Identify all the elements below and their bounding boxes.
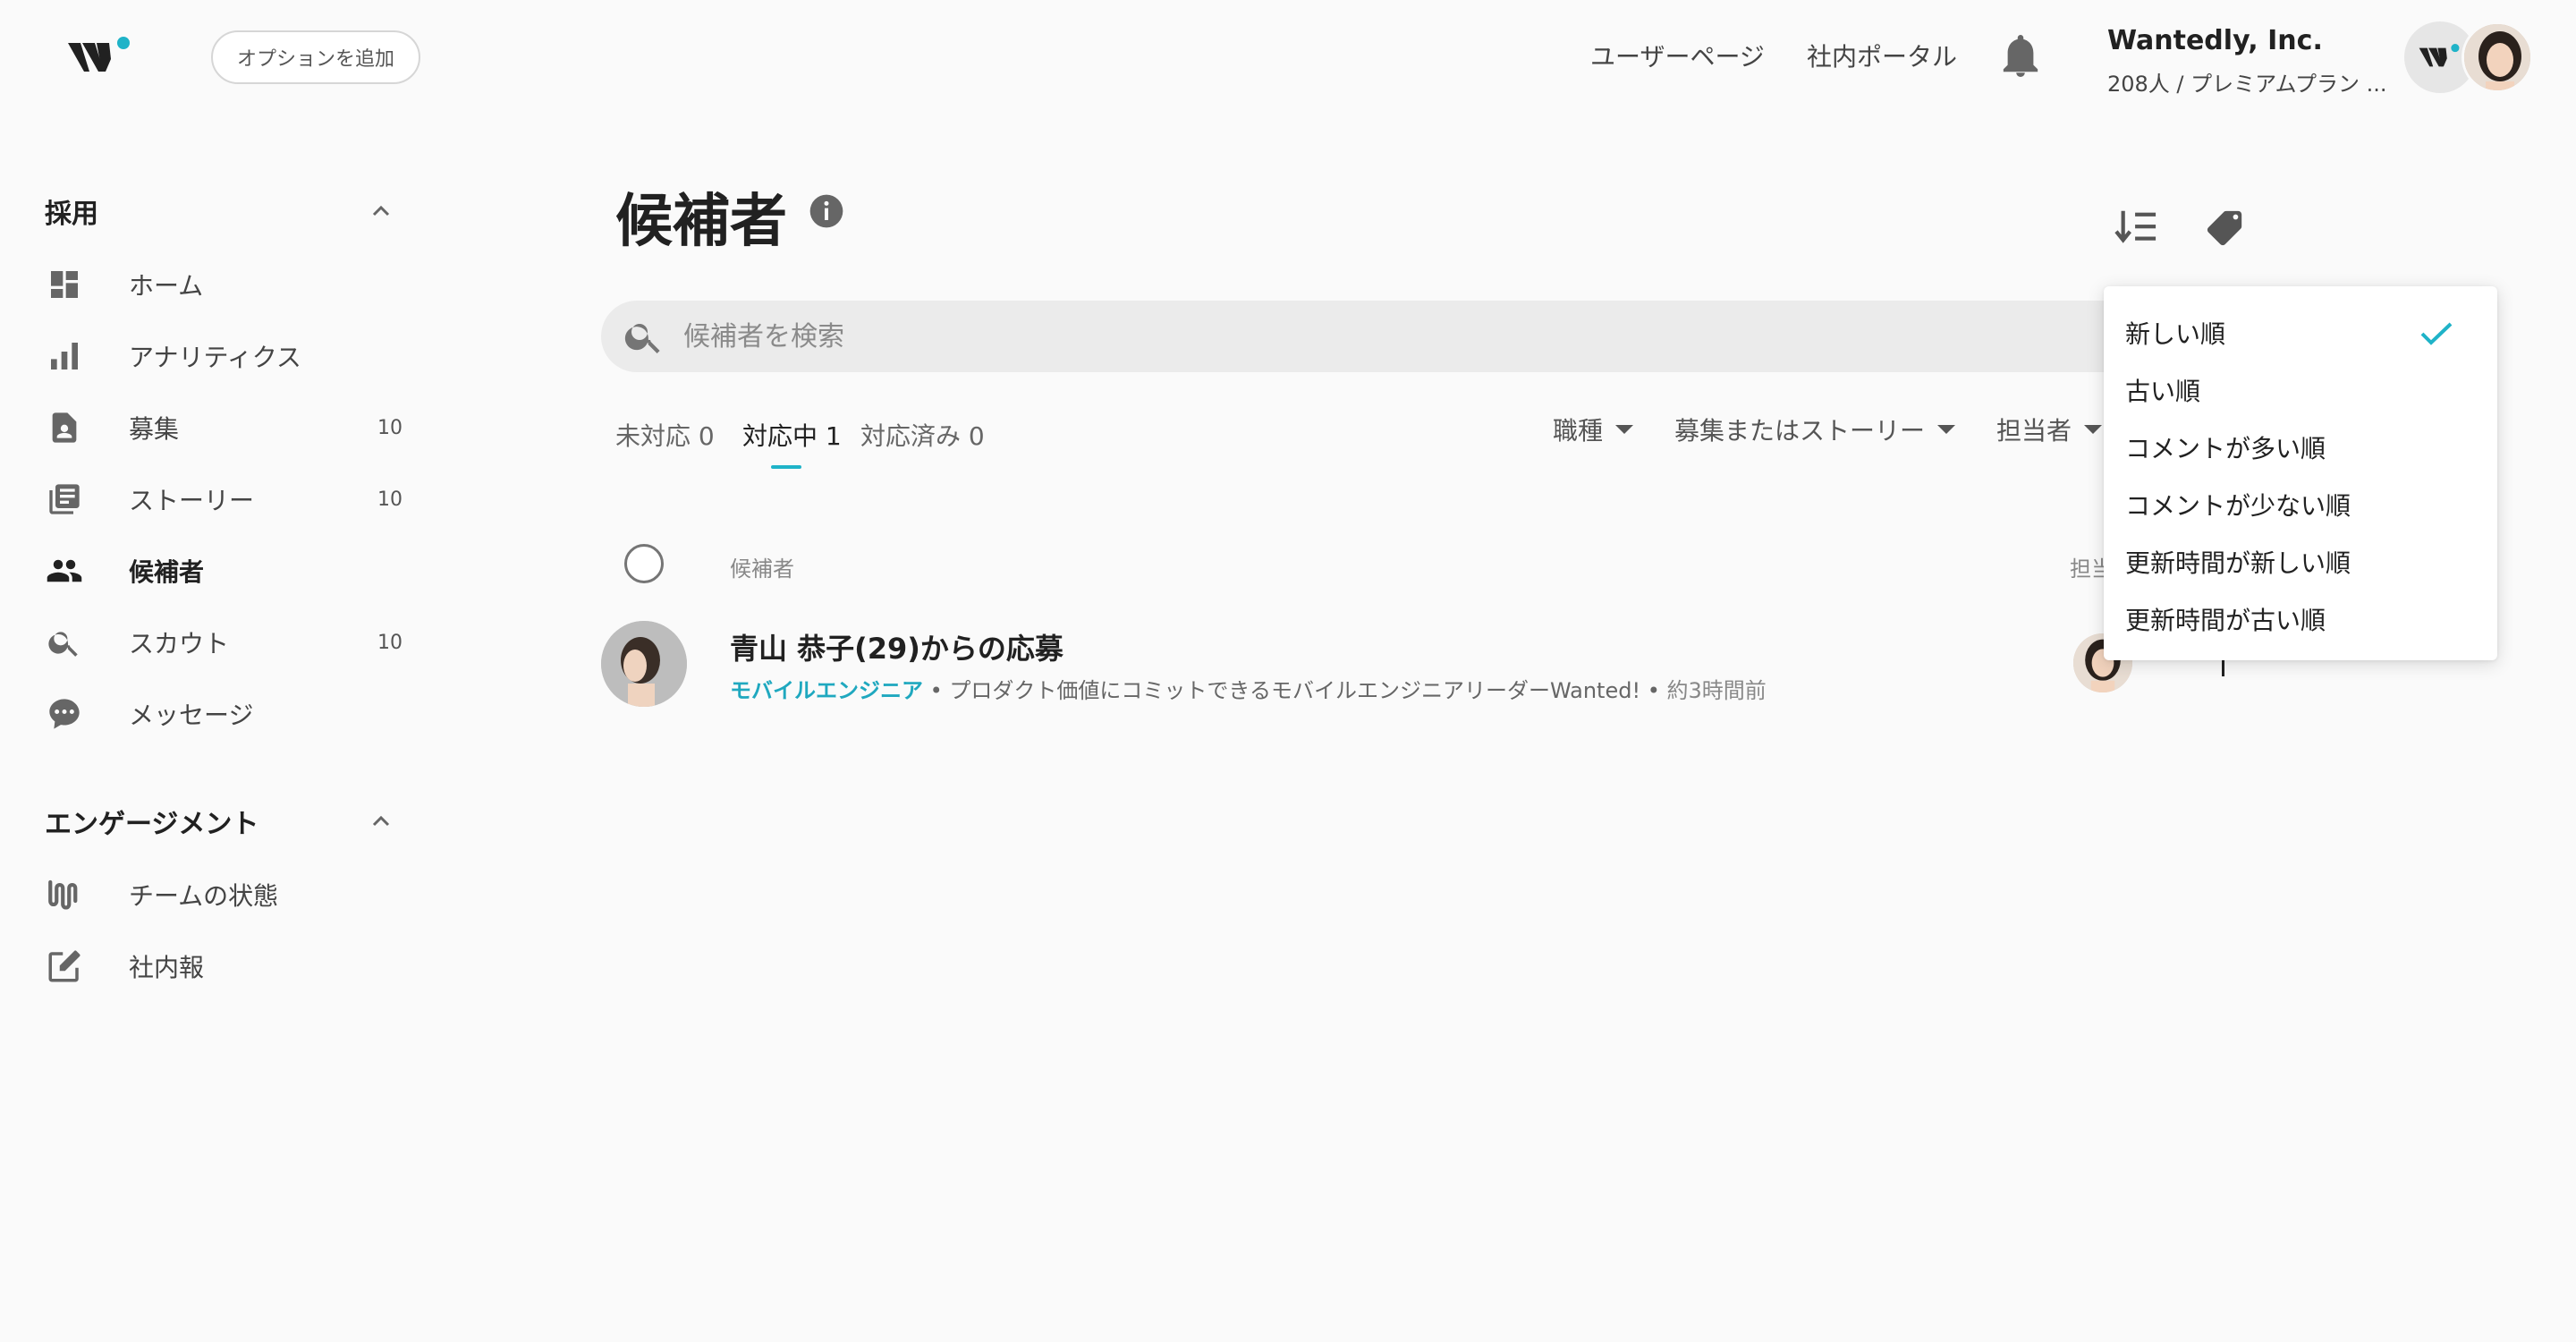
wantedly-logo[interactable] xyxy=(64,32,136,82)
application-time: 約3時間前 xyxy=(1666,678,1767,703)
sidebar-item-label: 募集 xyxy=(129,414,180,444)
story-icon xyxy=(45,480,84,519)
sidebar-item-team-status[interactable]: チームの状態 xyxy=(45,868,402,922)
sort-dropdown-menu: 新しい順 古い順 コメントが多い順 コメントが少ない順 更新時間が新しい順 更新… xyxy=(2104,286,2497,660)
sort-option-recently-updated[interactable]: 更新時間が新しい順 xyxy=(2104,533,2497,590)
sidebar-item-count: 10 xyxy=(377,416,402,439)
sort-option-label: 更新時間が古い順 xyxy=(2125,606,2326,635)
user-avatar[interactable] xyxy=(2462,21,2533,93)
caret-down-icon xyxy=(2084,425,2103,434)
meta-separator: • xyxy=(1640,678,1667,703)
sidebar-item-analytics[interactable]: アナリティクス xyxy=(45,329,402,383)
sidebar-item-job-posts[interactable]: 募集 10 xyxy=(45,401,402,454)
search-icon xyxy=(623,315,665,358)
sidebar-item-label: アナリティクス xyxy=(129,343,301,372)
sidebar-item-label: チームの状態 xyxy=(129,881,279,911)
people-icon xyxy=(45,551,84,590)
sidebar-item-label: 候補者 xyxy=(129,557,205,587)
sort-option-label: コメントが多い順 xyxy=(2125,434,2326,463)
sort-option-least-recently-updated[interactable]: 更新時間が古い順 xyxy=(2104,590,2497,648)
tab-unhandled[interactable]: 未対応 0 xyxy=(615,417,715,453)
sidebar-item-count: 10 xyxy=(377,631,402,654)
filter-assignee[interactable]: 担当者 xyxy=(1996,412,2103,447)
sidebar-section-engagement[interactable]: エンゲージメント xyxy=(45,802,258,841)
check-icon xyxy=(2419,320,2454,347)
sort-option-label: 更新時間が新しい順 xyxy=(2125,548,2351,578)
info-icon[interactable] xyxy=(809,193,844,229)
application-meta: モバイルエンジニア • プロダクト価値にコミットできるモバイルエンジニアリーダー… xyxy=(730,673,1767,704)
sort-icon[interactable] xyxy=(2114,206,2159,247)
sidebar-item-label: メッセージ xyxy=(129,701,254,730)
job-type-link[interactable]: モバイルエンジニア xyxy=(730,678,923,703)
sort-option-label: 新しい順 xyxy=(2125,319,2226,349)
caret-down-icon xyxy=(1937,425,1956,434)
sidebar-item-stories[interactable]: ストーリー 10 xyxy=(45,472,402,526)
company-name[interactable]: Wantedly, Inc. xyxy=(2107,25,2323,56)
search-icon xyxy=(45,623,84,662)
sidebar-item-internal-news[interactable]: 社内報 xyxy=(45,939,402,993)
internal-portal-link[interactable]: 社内ポータル xyxy=(1807,38,1957,73)
notification-bell-icon[interactable] xyxy=(2000,34,2041,79)
filter-label: 職種 xyxy=(1553,416,1604,446)
user-page-link[interactable]: ユーザーページ xyxy=(1590,38,1765,73)
sidebar-item-messages[interactable]: メッセージ xyxy=(45,687,402,741)
tag-icon[interactable] xyxy=(2204,208,2245,249)
sort-option-newest[interactable]: 新しい順 xyxy=(2104,304,2497,361)
sidebar-item-candidates[interactable]: 候補者 xyxy=(45,544,402,598)
chevron-up-icon[interactable] xyxy=(369,202,394,220)
sidebar-item-label: 社内報 xyxy=(129,953,205,982)
sort-option-label: コメントが少ない順 xyxy=(2125,491,2351,521)
company-plan: 208人 / プレミアムプラン ... xyxy=(2107,72,2387,97)
candidate-avatar[interactable] xyxy=(601,621,687,707)
filter-label: 募集またはストーリー xyxy=(1674,416,1926,446)
caret-down-icon xyxy=(1615,425,1634,434)
sort-option-fewest-comments[interactable]: コメントが少ない順 xyxy=(2104,476,2497,533)
sort-option-oldest[interactable]: 古い順 xyxy=(2104,361,2497,419)
column-header-candidate: 候補者 xyxy=(730,556,794,582)
tab-completed[interactable]: 対応済み 0 xyxy=(860,417,985,453)
sidebar-item-scout[interactable]: スカウト 10 xyxy=(45,616,402,669)
edit-icon xyxy=(45,947,84,986)
filter-label: 担当者 xyxy=(1996,416,2072,446)
filter-job-type[interactable]: 職種 xyxy=(1553,412,1634,447)
post-title[interactable]: プロダクト価値にコミットできるモバイルエンジニアリーダーWanted! xyxy=(949,678,1640,703)
sidebar-item-label: ホーム xyxy=(129,271,204,301)
sort-option-label: 古い順 xyxy=(2125,377,2201,406)
search-input[interactable] xyxy=(683,320,2293,352)
chevron-up-icon[interactable] xyxy=(369,812,394,830)
job-post-icon xyxy=(45,408,84,447)
sidebar-item-label: スカウト xyxy=(129,629,230,658)
chat-bubble-icon xyxy=(45,694,84,734)
bar-chart-icon xyxy=(45,336,84,376)
application-title[interactable]: 青山 恭子(29)からの応募 xyxy=(730,626,1063,667)
filter-post-or-story[interactable]: 募集またはストーリー xyxy=(1674,412,1956,447)
select-all-checkbox[interactable] xyxy=(624,544,664,583)
page-title: 候補者 xyxy=(615,189,787,255)
sidebar-section-recruiting[interactable]: 採用 xyxy=(45,191,98,231)
pulse-icon xyxy=(45,875,84,914)
add-option-button[interactable]: オプションを追加 xyxy=(211,30,420,84)
active-tab-indicator xyxy=(771,465,801,469)
meta-separator: • xyxy=(923,678,950,703)
dashboard-icon xyxy=(45,265,84,304)
tab-in-progress[interactable]: 対応中 1 xyxy=(742,417,842,453)
sort-option-most-comments[interactable]: コメントが多い順 xyxy=(2104,419,2497,476)
sidebar-item-count: 10 xyxy=(377,488,402,511)
sidebar-item-label: ストーリー xyxy=(129,486,255,515)
sidebar-item-home[interactable]: ホーム xyxy=(45,258,402,311)
